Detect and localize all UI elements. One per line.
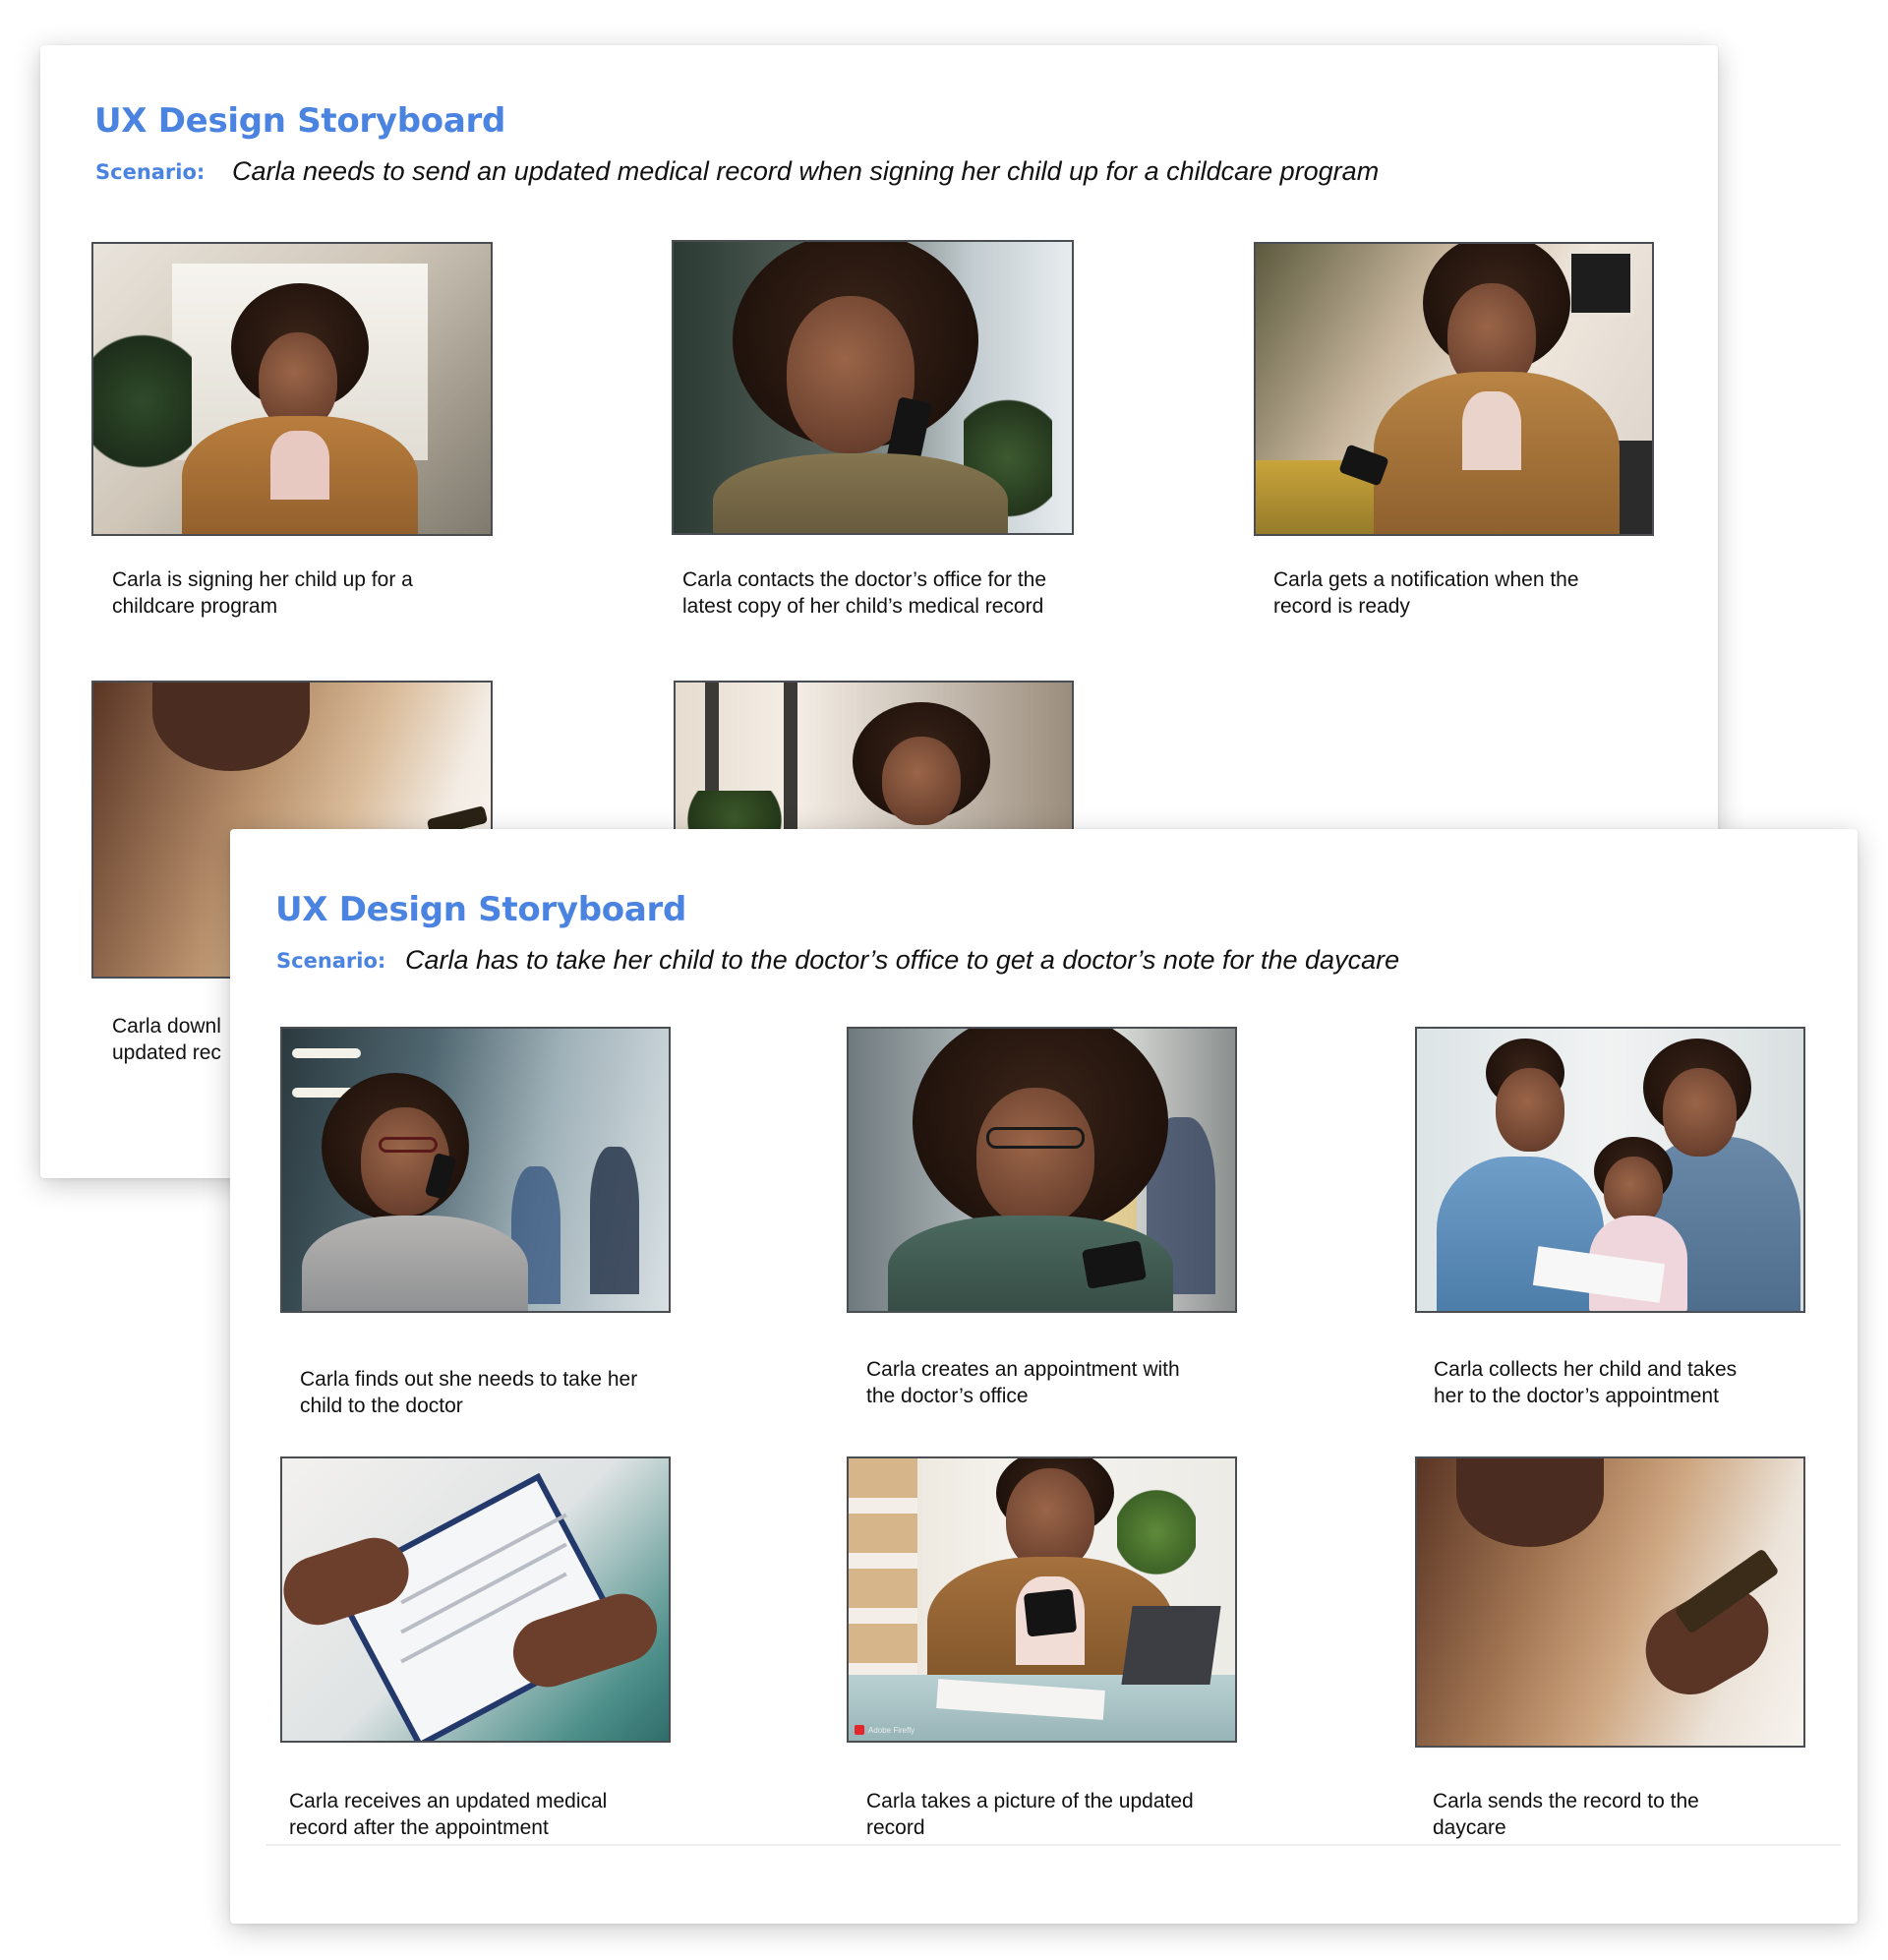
frame-caption: Carla creates an appointment with the do…	[866, 1358, 1180, 1407]
scenario-text: Carla has to take her child to the docto…	[405, 945, 1400, 975]
nurse-with-mother-and-child-photo	[1415, 1027, 1805, 1313]
frame-caption: Carla gets a notification when the recor…	[1273, 568, 1579, 618]
woman-stressed-at-desk-photo	[91, 242, 493, 536]
woman-looking-at-phone-with-glasses-photo	[847, 1027, 1237, 1313]
adobe-logo-icon	[855, 1725, 864, 1735]
frame-caption: Carla downl updated rec	[112, 1015, 221, 1064]
frame-caption: Carla receives an updated medical record…	[289, 1790, 608, 1839]
woman-photographing-document-photo: Adobe Firefly	[847, 1456, 1237, 1743]
woman-smiling-at-phone-photo	[1254, 242, 1654, 536]
storyboard-title: UX Design Storyboard	[94, 101, 505, 141]
clipboard-medical-form-handoff-photo	[280, 1456, 671, 1743]
scenario-text: Carla needs to send an updated medical r…	[232, 156, 1380, 186]
frame-caption: Carla finds out she needs to take her ch…	[300, 1368, 638, 1417]
hands-using-phone-closeup-photo	[1415, 1456, 1805, 1748]
storyboard-card-front[interactable]: UX Design Storyboard Scenario: Carla has…	[230, 829, 1858, 1924]
divider-line	[266, 1844, 1841, 1846]
frame-caption: Carla is signing her child up for a chil…	[112, 568, 413, 618]
frame-caption: Carla takes a picture of the updated rec…	[866, 1790, 1194, 1839]
woman-on-phone-call-worried-photo	[672, 240, 1074, 535]
woman-on-phone-in-office-photo	[280, 1027, 671, 1313]
frame-caption: Carla collects her child and takes her t…	[1434, 1358, 1738, 1407]
frame-caption: Carla sends the record to the daycare	[1433, 1790, 1699, 1839]
scenario-label: Scenario:	[276, 949, 386, 973]
adobe-firefly-watermark: Adobe Firefly	[855, 1725, 914, 1735]
storyboard-title: UX Design Storyboard	[275, 890, 686, 929]
frame-caption: Carla contacts the doctor’s office for t…	[682, 568, 1047, 618]
scenario-label: Scenario:	[95, 160, 206, 184]
